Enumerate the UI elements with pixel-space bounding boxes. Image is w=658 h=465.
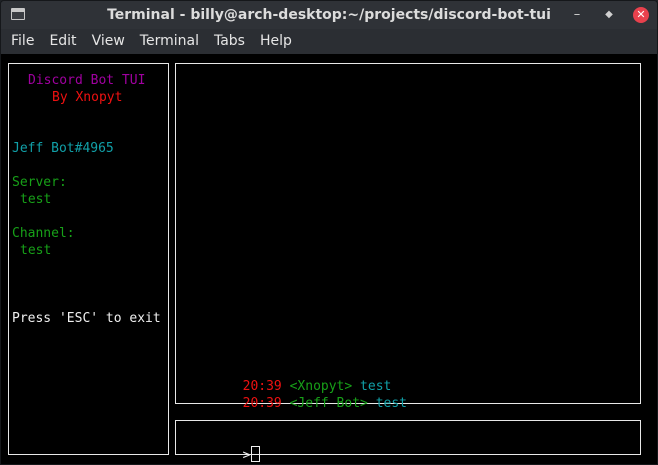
terminal-screen[interactable]: Discord Bot TUI By Xnopyt Jeff Bot#4965 … bbox=[1, 54, 657, 464]
app-title: Discord Bot TUI bbox=[28, 73, 146, 88]
menu-bar: File Edit View Terminal Tabs Help bbox=[1, 29, 657, 53]
terminal-window: Terminal - billy@arch-desktop:~/projects… bbox=[0, 0, 658, 465]
maximize-button[interactable]: ◆ bbox=[601, 7, 617, 23]
server-value: test bbox=[20, 192, 52, 207]
title-bar[interactable]: Terminal - billy@arch-desktop:~/projects… bbox=[1, 1, 657, 29]
message-text: test bbox=[375, 396, 408, 411]
minimize-button[interactable]: – bbox=[569, 7, 585, 23]
menu-help[interactable]: Help bbox=[255, 33, 297, 49]
messages-pane: 20:39 <Xnopyt> test 20:39 <Jeff Bot> tes… bbox=[175, 63, 641, 411]
sidebar-pane: Discord Bot TUI By Xnopyt Jeff Bot#4965 … bbox=[8, 63, 169, 455]
message-input-pane[interactable]: > bbox=[175, 420, 641, 463]
text-cursor bbox=[251, 446, 261, 462]
message-author: <Jeff Bot> bbox=[289, 396, 368, 411]
close-button[interactable]: ✕ bbox=[633, 7, 649, 23]
message-input[interactable]: > bbox=[180, 429, 261, 464]
channel-label: Channel: bbox=[12, 226, 75, 241]
menu-tabs[interactable]: Tabs bbox=[209, 33, 250, 49]
app-author: By Xnopyt bbox=[52, 90, 123, 105]
menu-file[interactable]: File bbox=[6, 33, 39, 49]
message-time: 20:39 bbox=[242, 396, 282, 411]
menu-edit[interactable]: Edit bbox=[44, 33, 81, 49]
bot-name: Jeff Bot#4965 bbox=[12, 141, 114, 156]
input-prompt: > bbox=[242, 448, 251, 463]
exit-hint: Press 'ESC' to exit bbox=[12, 311, 161, 326]
window-title: Terminal - billy@arch-desktop:~/projects… bbox=[107, 7, 551, 23]
server-label: Server: bbox=[12, 175, 67, 190]
channel-value: test bbox=[20, 243, 52, 258]
menu-terminal[interactable]: Terminal bbox=[135, 33, 204, 49]
menu-view[interactable]: View bbox=[87, 33, 130, 49]
